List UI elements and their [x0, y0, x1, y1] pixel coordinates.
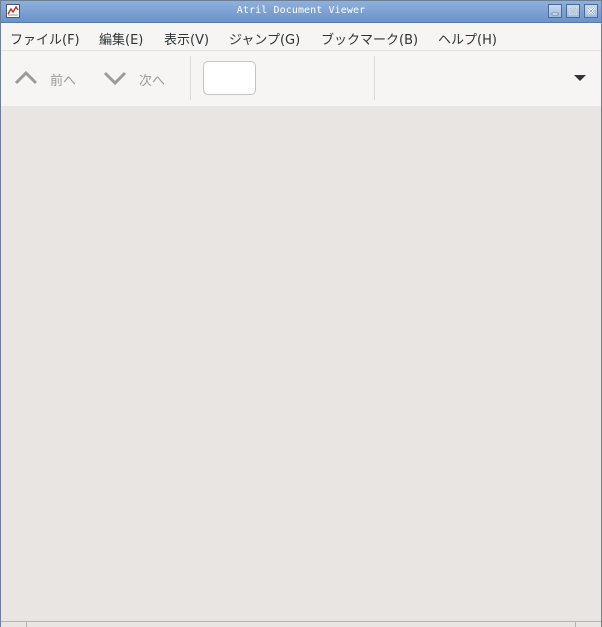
next-page-button[interactable]: 次へ — [102, 61, 174, 95]
minimize-button[interactable] — [548, 4, 562, 18]
toolbar-separator — [190, 56, 191, 100]
maximize-button[interactable] — [566, 4, 580, 18]
close-icon — [587, 7, 595, 15]
menu-view[interactable]: 表示(V) — [164, 29, 209, 48]
document-view[interactable] — [1, 106, 601, 621]
triangle-down-icon — [574, 75, 586, 81]
menu-go[interactable]: ジャンプ(G) — [229, 29, 300, 48]
toolbar-menu-button[interactable] — [567, 68, 593, 88]
status-bar — [1, 621, 601, 627]
maximize-icon — [569, 7, 577, 15]
close-button[interactable] — [584, 4, 598, 18]
previous-page-button[interactable]: 前へ — [13, 61, 85, 95]
status-divider — [26, 622, 27, 627]
minimize-icon — [551, 12, 559, 16]
chevron-up-icon — [14, 70, 38, 85]
menu-bookmarks[interactable]: ブックマーク(B) — [321, 29, 418, 48]
toolbar: 前へ 次へ — [1, 50, 601, 107]
menu-file[interactable]: ファイル(F) — [10, 29, 80, 48]
menu-help[interactable]: ヘルプ(H) — [438, 29, 497, 48]
title-bar[interactable]: Atril Document Viewer — [1, 1, 601, 23]
status-divider — [575, 622, 576, 627]
menu-bar: ファイル(F) 編集(E) 表示(V) ジャンプ(G) ブックマーク(B) ヘル… — [1, 23, 601, 50]
application-window: Atril Document Viewer ファイル(F) 編集(E) 表示(V… — [0, 0, 602, 627]
chevron-down-icon — [103, 71, 127, 86]
menu-edit[interactable]: 編集(E) — [99, 29, 143, 48]
window-title: Atril Document Viewer — [236, 5, 366, 16]
page-number-input[interactable] — [203, 61, 256, 95]
previous-page-label: 前へ — [50, 74, 77, 89]
next-page-label: 次へ — [139, 74, 166, 89]
toolbar-separator — [374, 56, 375, 100]
